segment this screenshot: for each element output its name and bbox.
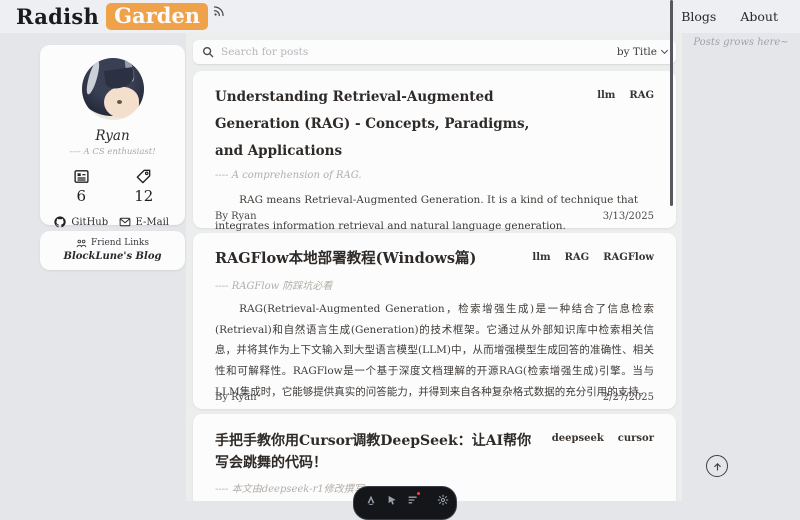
tags-icon bbox=[135, 168, 152, 185]
github-link-label: GitHub bbox=[71, 217, 108, 228]
post-date: 3/13/2025 bbox=[603, 211, 654, 222]
github-link[interactable]: GitHub bbox=[50, 216, 113, 228]
settings-button[interactable] bbox=[437, 493, 449, 507]
post-date: 2/27/2025 bbox=[603, 392, 654, 403]
right-rail: Posts grows here~ bbox=[682, 33, 800, 501]
post-author: By Ryan bbox=[215, 211, 257, 222]
profile-card: Ryan ---- A CS enthusiast! 6 bbox=[40, 45, 185, 225]
friend-links-title-text: Friend Links bbox=[91, 238, 149, 248]
profile-name: Ryan bbox=[50, 128, 175, 144]
profile-stats: 6 12 bbox=[50, 168, 175, 205]
email-link[interactable]: E-Mail bbox=[113, 216, 176, 228]
post-title[interactable]: Understanding Retrieval-Augmented Genera… bbox=[215, 84, 545, 165]
gear-icon bbox=[437, 494, 449, 506]
friends-icon bbox=[76, 239, 87, 248]
profile-links: GitHub E-Mail bbox=[50, 216, 175, 228]
chevron-down-icon bbox=[661, 47, 668, 54]
nav-item-about[interactable]: About bbox=[740, 9, 778, 24]
post-tag[interactable]: cursor bbox=[618, 433, 654, 444]
friend-links-card: Friend Links BlockLune's Blog bbox=[40, 231, 185, 270]
post-tag[interactable]: RAGFlow bbox=[603, 252, 654, 263]
stat-posts[interactable]: 6 bbox=[50, 168, 113, 205]
scrollbar[interactable] bbox=[670, 0, 673, 206]
posts-column: by Title Understanding Retrieval-Augment… bbox=[186, 33, 682, 501]
post-tags: llm RAG bbox=[597, 84, 654, 101]
inspect-arrow-icon bbox=[386, 494, 398, 506]
rail-note: Posts grows here~ bbox=[682, 37, 800, 48]
search-icon bbox=[202, 46, 214, 58]
rss-icon[interactable] bbox=[213, 5, 225, 17]
audit-button[interactable] bbox=[407, 493, 419, 507]
arrow-up-icon bbox=[712, 461, 723, 472]
post-subtitle: ---- RAGFlow 防踩坑必看 bbox=[215, 277, 654, 292]
post-title[interactable]: RAGFlow本地部署教程(Windows篇) bbox=[215, 246, 532, 272]
friend-link-blocklune[interactable]: BlockLune's Blog bbox=[48, 251, 177, 262]
post-card[interactable]: RAGFlow本地部署教程(Windows篇) llm RAG RAGFlow … bbox=[193, 233, 676, 409]
github-icon bbox=[54, 216, 66, 228]
site-header: Radish Garden Blogs About bbox=[0, 0, 800, 33]
post-tag[interactable]: deepseek bbox=[552, 433, 604, 444]
search-input[interactable] bbox=[221, 46, 610, 58]
post-card[interactable]: Understanding Retrieval-Augmented Genera… bbox=[193, 71, 676, 228]
sort-label: by Title bbox=[617, 46, 657, 58]
search-bar: by Title bbox=[193, 40, 676, 64]
back-to-top-button[interactable] bbox=[706, 455, 728, 477]
dev-toolbar bbox=[353, 486, 457, 520]
sort-dropdown[interactable]: by Title bbox=[617, 46, 667, 58]
stat-tags[interactable]: 12 bbox=[113, 168, 176, 205]
post-subtitle: ---- A comprehension of RAG. bbox=[215, 170, 654, 181]
avatar bbox=[82, 58, 144, 120]
header-nav: Blogs About bbox=[681, 9, 784, 24]
post-excerpt: RAG(Retrieval-Augmented Generation，检索增强生… bbox=[215, 299, 654, 402]
profile-motto: ---- A CS enthusiast! bbox=[50, 147, 175, 157]
post-tags: deepseek cursor bbox=[552, 427, 654, 444]
notification-dot bbox=[416, 491, 421, 496]
posts-icon bbox=[73, 168, 90, 185]
posts-count: 6 bbox=[76, 187, 86, 205]
post-title[interactable]: 手把手教你用Cursor调教DeepSeek：让AI帮你写会跳舞的代码！ bbox=[215, 427, 545, 475]
nav-item-blogs[interactable]: Blogs bbox=[681, 9, 716, 24]
post-tag[interactable]: llm bbox=[597, 90, 615, 101]
astro-logo-button[interactable] bbox=[365, 493, 377, 507]
inspect-arrow-button[interactable] bbox=[386, 493, 398, 507]
site-logo[interactable]: Radish Garden bbox=[16, 3, 208, 30]
email-icon bbox=[119, 216, 131, 228]
astro-icon bbox=[365, 494, 377, 507]
post-tag[interactable]: llm bbox=[532, 252, 550, 263]
post-tag[interactable]: RAG bbox=[629, 90, 654, 101]
post-tags: llm RAG RAGFlow bbox=[532, 246, 654, 263]
logo-text-accent: Garden bbox=[106, 3, 208, 30]
tags-count: 12 bbox=[134, 187, 153, 205]
friend-links-title: Friend Links bbox=[48, 238, 177, 248]
email-link-label: E-Mail bbox=[136, 217, 169, 228]
post-tag[interactable]: RAG bbox=[565, 252, 590, 263]
post-author: By Ryan bbox=[215, 392, 257, 403]
logo-text-primary: Radish bbox=[16, 4, 99, 29]
sidebar: Ryan ---- A CS enthusiast! 6 bbox=[40, 45, 185, 270]
